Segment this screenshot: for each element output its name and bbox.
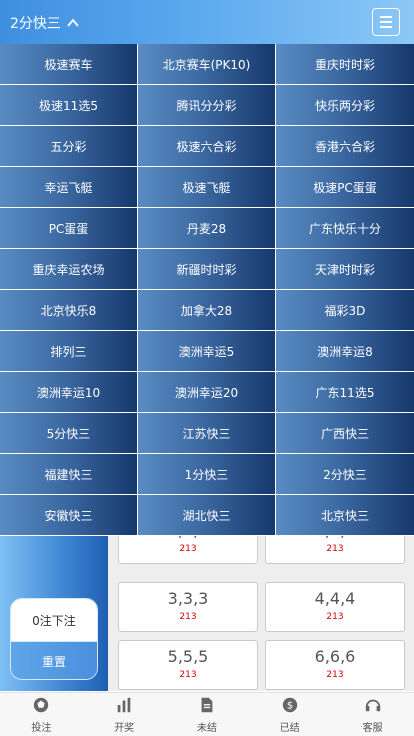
game-item[interactable]: 福彩3D bbox=[276, 290, 414, 331]
game-item[interactable]: 北京快三 bbox=[276, 495, 414, 536]
nav-label: 开奖 bbox=[114, 722, 135, 734]
game-item[interactable]: 澳洲幸运8 bbox=[276, 331, 414, 372]
game-item[interactable]: 广东快乐十分 bbox=[276, 208, 414, 249]
game-item[interactable]: PC蛋蛋 bbox=[0, 208, 138, 249]
game-item[interactable]: 5分快三 bbox=[0, 413, 138, 454]
number-card[interactable]: 5,5,5 213 bbox=[118, 640, 258, 690]
game-item[interactable]: 排列三 bbox=[0, 331, 138, 372]
bet-count-button[interactable]: 0注下注 bbox=[11, 599, 97, 641]
game-item[interactable]: 极速赛车 bbox=[0, 44, 138, 85]
game-item[interactable]: 澳洲幸运5 bbox=[138, 331, 276, 372]
card-odds: 213 bbox=[179, 612, 197, 622]
number-card[interactable]: 3,3,3 213 bbox=[118, 582, 258, 632]
bottom-nav: 投注 开奖 未结 $ 已结 客服 bbox=[0, 692, 414, 736]
current-game-title: 2分快三 bbox=[10, 16, 61, 32]
game-item[interactable]: 澳洲幸运20 bbox=[138, 372, 276, 413]
game-item[interactable]: 香港六合彩 bbox=[276, 126, 414, 167]
card-odds: 213 bbox=[179, 670, 197, 680]
game-item[interactable]: 澳洲幸运10 bbox=[0, 372, 138, 413]
game-item[interactable]: 1分快三 bbox=[138, 454, 276, 495]
reset-button[interactable]: 重置 bbox=[11, 641, 97, 679]
number-card[interactable]: 4,4,4 213 bbox=[265, 582, 405, 632]
game-item[interactable]: 天津时时彩 bbox=[276, 249, 414, 290]
chevron-up-icon bbox=[67, 18, 79, 27]
game-item[interactable]: 快乐两分彩 bbox=[276, 85, 414, 126]
game-menu-grid: 极速赛车 北京赛车(PK10) 重庆时时彩 极速11选5 腾讯分分彩 快乐两分彩 五分彩 极速… bbox=[0, 44, 414, 536]
number-card[interactable]: 2,2,2 213 bbox=[265, 536, 405, 564]
number-card[interactable]: 1,1,1 213 bbox=[118, 536, 258, 564]
game-item[interactable]: 湖北快三 bbox=[138, 495, 276, 536]
bet-side-panel: 0注下注 重置 bbox=[0, 536, 108, 691]
soccer-ball-icon bbox=[32, 696, 50, 719]
game-item[interactable]: 新疆时时彩 bbox=[138, 249, 276, 290]
game-item[interactable]: 福建快三 bbox=[0, 454, 138, 495]
game-item[interactable]: 极速11选5 bbox=[0, 85, 138, 126]
game-item[interactable]: 广西快三 bbox=[276, 413, 414, 454]
bar-chart-icon bbox=[115, 696, 133, 719]
svg-text:$: $ bbox=[287, 700, 293, 711]
number-cards-area: 1,1,1 213 2,2,2 213 3,3,3 213 4,4,4 213 5,5,5 213… bbox=[108, 536, 414, 691]
game-item[interactable]: 幸运飞艇 bbox=[0, 167, 138, 208]
game-item[interactable]: 加拿大28 bbox=[138, 290, 276, 331]
card-odds: 213 bbox=[326, 670, 344, 680]
game-item[interactable]: 安徽快三 bbox=[0, 495, 138, 536]
game-item[interactable]: 极速PC蛋蛋 bbox=[276, 167, 414, 208]
hamburger-icon-line bbox=[380, 26, 392, 28]
game-item[interactable]: 2分快三 bbox=[276, 454, 414, 495]
card-value: 4,4,4 bbox=[314, 589, 356, 608]
hamburger-icon-line bbox=[380, 21, 392, 23]
game-item[interactable]: 极速飞艇 bbox=[138, 167, 276, 208]
game-item[interactable]: 重庆时时彩 bbox=[276, 44, 414, 85]
card-odds: 213 bbox=[326, 544, 344, 554]
nav-label: 客服 bbox=[362, 722, 383, 734]
nav-label: 投注 bbox=[31, 722, 52, 734]
card-value: 3,3,3 bbox=[167, 589, 209, 608]
card-odds: 213 bbox=[326, 612, 344, 622]
nav-item[interactable]: 开奖 bbox=[83, 693, 166, 736]
menu-button[interactable] bbox=[372, 8, 400, 36]
nav-label: 未结 bbox=[196, 722, 217, 734]
number-card[interactable]: 6,6,6 213 bbox=[265, 640, 405, 690]
hamburger-icon-line bbox=[380, 16, 392, 18]
nav-item[interactable]: 投注 bbox=[0, 693, 83, 736]
dollar-coin-icon: $ bbox=[281, 696, 299, 719]
card-value: 1,1,1 bbox=[119, 536, 257, 541]
card-value: 5,5,5 bbox=[167, 647, 209, 666]
card-value: 6,6,6 bbox=[314, 647, 356, 666]
game-item[interactable]: 重庆幸运农场 bbox=[0, 249, 138, 290]
game-item[interactable]: 江苏快三 bbox=[138, 413, 276, 454]
document-icon bbox=[198, 696, 216, 719]
game-selector-toggle[interactable]: 2分快三 bbox=[10, 13, 79, 33]
game-item[interactable]: 腾讯分分彩 bbox=[138, 85, 276, 126]
nav-label: 已结 bbox=[279, 722, 300, 734]
nav-item[interactable]: 客服 bbox=[331, 693, 414, 736]
card-odds: 213 bbox=[179, 544, 197, 554]
top-header: 2分快三 bbox=[0, 0, 414, 44]
game-item[interactable]: 极速六合彩 bbox=[138, 126, 276, 167]
nav-item[interactable]: $ 已结 bbox=[248, 693, 331, 736]
nav-item[interactable]: 未结 bbox=[166, 693, 249, 736]
game-item[interactable]: 北京快乐8 bbox=[0, 290, 138, 331]
game-item[interactable]: 广东11选5 bbox=[276, 372, 414, 413]
game-item[interactable]: 北京赛车(PK10) bbox=[138, 44, 276, 85]
game-item[interactable]: 丹麦28 bbox=[138, 208, 276, 249]
bet-box: 0注下注 重置 bbox=[10, 598, 98, 680]
card-value: 2,2,2 bbox=[266, 536, 404, 541]
headset-icon bbox=[364, 696, 382, 719]
game-item[interactable]: 五分彩 bbox=[0, 126, 138, 167]
